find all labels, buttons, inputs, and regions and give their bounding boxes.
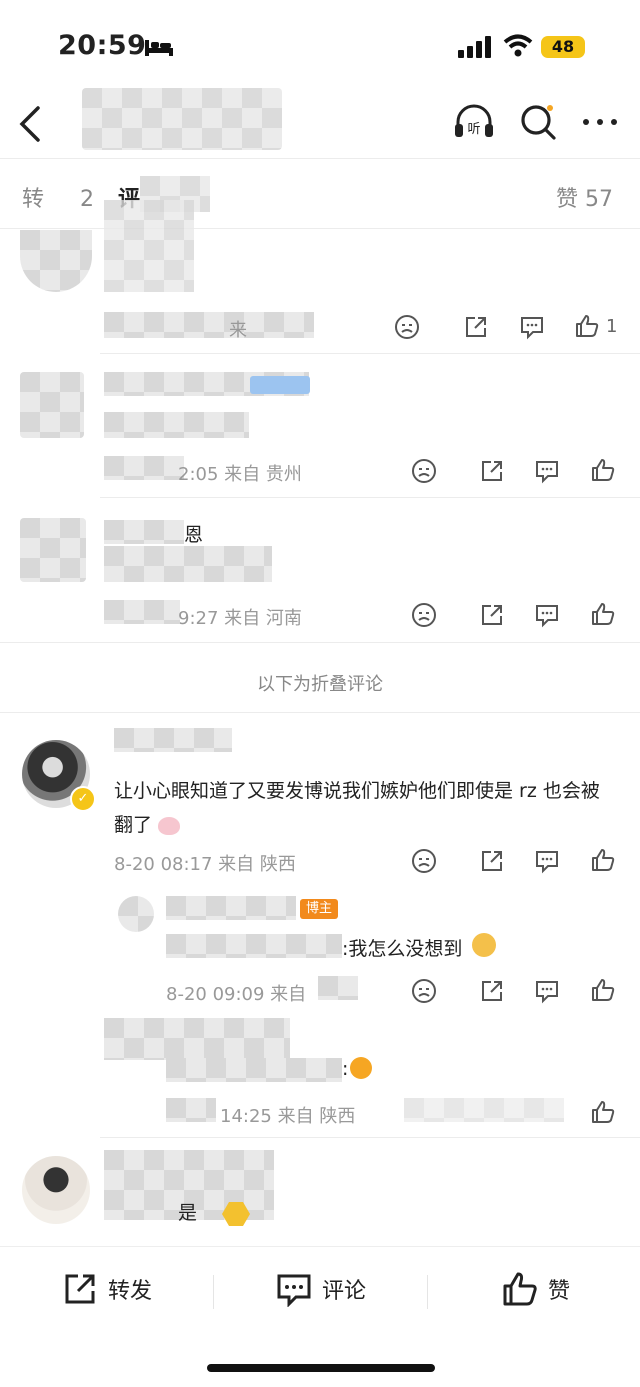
comment-icon[interactable] <box>534 848 560 874</box>
blurred-reply-prefix <box>166 1058 342 1082</box>
blurred-meta <box>104 312 314 338</box>
status-time: 20:59 <box>58 30 147 61</box>
repost-label: 转发 <box>108 1279 153 1304</box>
share-icon[interactable] <box>479 458 505 484</box>
back-arrow-icon[interactable] <box>10 102 54 146</box>
reply-text: : <box>342 1058 349 1080</box>
like-label: 赞 <box>548 1279 571 1304</box>
like-count: 1 <box>606 316 618 337</box>
svg-text:听: 听 <box>467 122 480 137</box>
blurred-reply-prefix <box>166 934 342 958</box>
comment-name-fragment: 恩 <box>184 524 204 546</box>
folded-comment-body: 让小心眼知道了又要发博说我们嫉妒他们即使是 rz 也会被翻了 <box>114 780 600 836</box>
tab-repost[interactable]: 转2 <box>22 181 94 213</box>
blurred-comment-text <box>104 412 249 438</box>
row-divider <box>100 1137 640 1138</box>
row-divider <box>100 353 640 354</box>
blurred-post-title <box>82 88 282 150</box>
pink-cat-emoji-icon <box>158 816 181 835</box>
battery-indicator: 48 <box>541 36 585 58</box>
share-icon[interactable] <box>479 602 505 628</box>
section-divider <box>0 712 640 713</box>
dislike-face-icon[interactable] <box>394 314 420 340</box>
share-icon[interactable] <box>479 978 505 1004</box>
like-thumb-icon[interactable] <box>590 601 616 627</box>
blurred-badge <box>250 376 310 394</box>
tab-repost-label: 转 <box>22 187 45 212</box>
row-divider <box>100 497 640 498</box>
avatar[interactable] <box>20 518 86 582</box>
nav-divider <box>0 158 640 159</box>
comment-icon[interactable] <box>534 602 560 628</box>
like-button[interactable]: 赞 <box>502 1267 570 1311</box>
comment-meta: 9:27 来自 河南 <box>178 608 302 629</box>
sleep-bed-icon <box>145 40 173 56</box>
comment-button[interactable]: 评论 <box>276 1267 366 1311</box>
dislike-face-icon[interactable] <box>411 978 437 1004</box>
folded-comments-note: 以下为折叠评论 <box>257 674 383 695</box>
more-icon[interactable] <box>578 100 622 144</box>
like-thumb-icon[interactable] <box>590 847 616 873</box>
home-indicator[interactable] <box>207 1364 435 1372</box>
like-thumb-icon[interactable] <box>574 313 600 339</box>
folded-comment-text: 让小心眼知道了又要发博说我们嫉妒他们即使是 rz 也会被翻了 <box>114 774 614 842</box>
bottom-action-bar: 转发 评论 赞 <box>0 1246 640 1337</box>
bar-divider <box>213 1275 214 1309</box>
listen-headphones-icon[interactable]: 听 <box>452 100 496 144</box>
blurred-comment-text <box>104 200 194 292</box>
tabs-divider <box>0 228 640 229</box>
reply-meta: 14:25 来自 陕西 <box>220 1106 356 1127</box>
emoji-icon <box>350 1057 372 1079</box>
comment-text-fragment: 是 <box>178 1202 198 1224</box>
tab-likes[interactable]: 赞 57 <box>556 181 613 213</box>
reply-meta: 8-20 09:09 来自 <box>166 984 307 1005</box>
dislike-face-icon[interactable] <box>411 458 437 484</box>
dislike-face-icon[interactable] <box>411 602 437 628</box>
tab-repost-count: 2 <box>80 187 95 212</box>
comment-bubble-icon <box>277 1274 311 1307</box>
reply-avatar[interactable] <box>118 896 154 932</box>
blurred-meta <box>104 600 180 624</box>
comment-icon[interactable] <box>534 978 560 1004</box>
dislike-face-icon[interactable] <box>411 848 437 874</box>
repost-share-icon <box>65 1274 95 1304</box>
comment-label: 评论 <box>322 1279 367 1304</box>
share-icon[interactable] <box>479 848 505 874</box>
blurred-meta <box>104 456 184 480</box>
verified-badge-icon: ✓ <box>70 786 96 812</box>
wifi-icon <box>503 34 533 57</box>
comment-icon[interactable] <box>534 458 560 484</box>
author-badge: 博主 <box>300 899 339 919</box>
repost-button[interactable]: 转发 <box>62 1267 152 1311</box>
section-divider <box>0 642 640 643</box>
reply-text: :我怎么没想到 <box>342 938 463 960</box>
bar-divider <box>427 1275 428 1309</box>
blurred-actions <box>404 1098 564 1122</box>
blurred-username <box>104 520 184 544</box>
blurred-username <box>166 896 296 920</box>
like-thumb-icon[interactable] <box>590 457 616 483</box>
blurred-meta <box>166 1098 216 1122</box>
avatar[interactable] <box>20 372 84 438</box>
blurred-username <box>114 728 232 752</box>
blurred-comment-text <box>104 546 272 582</box>
search-icon[interactable] <box>516 100 560 144</box>
dog-emoji-icon <box>472 933 496 957</box>
comment-icon[interactable] <box>519 314 545 340</box>
comment-meta: 来 <box>229 320 247 341</box>
like-thumb-icon[interactable] <box>590 977 616 1003</box>
signal-icon <box>458 36 491 58</box>
avatar[interactable] <box>20 230 92 292</box>
like-thumb-icon[interactable] <box>590 1099 616 1125</box>
blurred-reply-header <box>104 1018 290 1060</box>
avatar[interactable] <box>22 1156 90 1224</box>
comment-meta: 8-20 08:17 来自 陕西 <box>114 854 296 875</box>
blurred-meta <box>318 976 358 1000</box>
comment-meta: 2:05 来自 贵州 <box>178 464 302 485</box>
share-icon[interactable] <box>463 314 489 340</box>
like-thumb-icon <box>503 1272 537 1306</box>
